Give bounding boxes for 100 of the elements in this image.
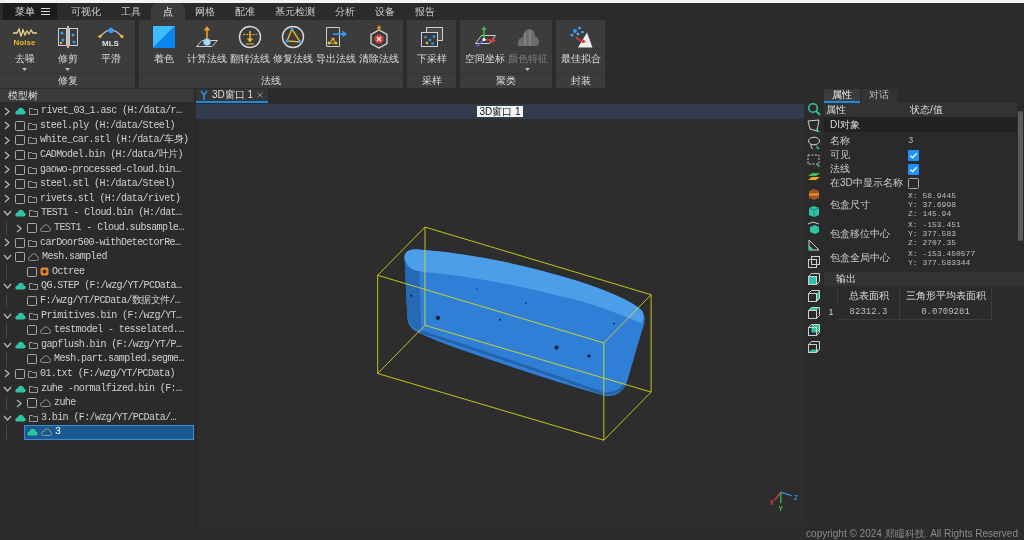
checkbox[interactable] [15,252,25,263]
ribbon-button[interactable]: 着色 [142,24,185,73]
cube-top-icon[interactable] [807,306,821,320]
filled-cloud-icon[interactable] [15,384,26,393]
tree-item-label[interactable]: Octree [52,265,85,278]
chevron-right-icon[interactable] [4,106,10,116]
chevron-down-icon[interactable] [2,283,12,290]
checkbox[interactable] [15,237,25,248]
tree-item-label[interactable]: QG.STEP (F:/wzg/YT/PCData… [41,280,182,293]
chevron-right-icon[interactable] [4,238,10,248]
selection-highlight[interactable]: 3 [24,425,194,440]
chevron-down-icon[interactable] [2,312,12,319]
close-icon[interactable] [257,92,264,98]
chevron-down-icon[interactable] [2,341,12,348]
checkbox[interactable] [15,120,25,131]
chevron-right-icon[interactable] [16,398,22,408]
tree-item-label[interactable]: rivet_03_1.asc (H:/data/r… [41,105,182,118]
menu-tab[interactable]: 可视化 [61,3,111,20]
tree-item-label[interactable]: steel.ply (H:/data/Steel) [40,119,176,132]
checkbox[interactable] [27,223,37,234]
half-cube-icon[interactable] [807,221,821,235]
menu-tab[interactable]: 设备 [365,3,405,20]
checkbox[interactable] [27,354,37,365]
checkbox[interactable] [908,149,919,161]
tree-item-label[interactable]: Primitives.bin (F:/wzg/YT… [41,309,182,322]
ribbon-button[interactable]: 清除法线 [357,24,400,73]
checkbox[interactable] [27,296,37,306]
curved-panel-drawing[interactable] [404,249,645,396]
menu-tab[interactable]: 网格 [185,3,225,20]
filled-cloud-icon[interactable] [15,209,26,218]
menu-tab[interactable]: 报告 [405,3,445,20]
tree-item-label[interactable]: testmodel - tesselated.… [54,324,184,337]
panel-tab[interactable]: 对话 [861,89,897,103]
filled-cloud-icon[interactable] [27,428,38,437]
chevron-down-icon[interactable] [2,385,12,392]
checkbox[interactable] [15,369,25,379]
lasso-icon[interactable] [807,136,821,150]
ribbon-button[interactable]: 修剪 [46,24,89,73]
caret-icon[interactable] [65,68,70,71]
checkbox[interactable] [15,150,25,161]
chevron-right-icon[interactable] [4,121,10,131]
view-tab[interactable]: 3D窗口 1 [196,89,269,103]
menu-tab[interactable]: 工具 [111,3,151,20]
filled-cloud-icon[interactable] [15,340,26,349]
filled-cloud-icon[interactable] [15,311,26,320]
menu-tab[interactable]: 点 [151,3,185,20]
checkbox[interactable] [15,193,25,204]
layered-box-icon[interactable] [807,187,821,201]
menu-tab[interactable]: 分析 [325,3,365,20]
chevron-right-icon[interactable] [4,179,10,189]
tree-item-label[interactable]: white_car.stl (H:/data/车身) [40,134,189,147]
filled-cloud-icon[interactable] [15,282,26,291]
tree-item-label[interactable]: zuhe -normalfized.bin (F:… [41,382,182,395]
ribbon-button[interactable]: 最佳拟合 [559,24,602,73]
cube-back-icon[interactable] [807,323,821,337]
chevron-right-icon[interactable] [4,369,10,379]
cube-icon[interactable] [807,204,821,218]
ribbon-button[interactable]: 修复法线 [271,24,314,73]
ribbon-button[interactable]: Noise 去噪 [3,24,46,73]
menu-tab[interactable]: 基元检测 [265,3,325,20]
checkbox[interactable] [27,266,37,277]
ribbon-button[interactable]: 导出法线 [314,24,357,73]
chevron-right-icon[interactable] [4,136,10,145]
tree-item-label[interactable]: gapflush.bin (F:/wzg/YT/P… [41,338,182,351]
prism-icon[interactable] [807,238,821,252]
wireframe-cube-icon[interactable] [807,255,821,269]
tree-item-label[interactable]: 3 [55,426,61,439]
scrollbar-thumb[interactable] [1018,111,1023,241]
tree-item-label[interactable]: carDoor500-withDetectorRe… [40,236,181,249]
polygon-outline-icon[interactable] [807,119,821,133]
chevron-down-icon[interactable] [2,414,12,421]
tree-item-label[interactable]: gaowo-processed-cloud.bin… [40,163,181,176]
menu-icon[interactable] [41,8,50,15]
ribbon-button[interactable]: 计算法线 [185,24,228,73]
chevron-right-icon[interactable] [4,194,10,204]
tree-item-label[interactable]: TEST1 - Cloud.subsample… [54,222,184,235]
cube-bottom-icon[interactable] [807,340,821,354]
dashed-rectangle-icon[interactable] [807,153,821,167]
tree-item-label[interactable]: F:/wzg/YT/PCData/数据文件/… [40,295,181,307]
magnifier-icon[interactable] [807,102,821,116]
menu-tab[interactable]: 配准 [225,3,265,20]
ribbon-button[interactable]: MLS 平滑 [89,24,132,73]
tree-item-label[interactable]: CADModel.bin (H:/data/叶片) [40,149,184,162]
checkbox[interactable] [15,135,25,146]
panel-tab[interactable]: 属性 [824,89,860,103]
cube-side-icon[interactable] [807,289,821,303]
checkbox[interactable] [15,164,25,175]
chevron-down-icon[interactable] [2,210,12,217]
tree-item-label[interactable]: zuhe [54,397,76,410]
checkbox[interactable] [27,325,37,336]
chevron-right-icon[interactable] [4,150,10,160]
checkbox[interactable] [27,398,37,409]
ribbon-button[interactable]: 翻转法线 [228,24,271,73]
filled-cloud-icon[interactable] [15,413,26,422]
tree-item-label[interactable]: TEST1 - Cloud.bin (H:/dat… [41,207,182,220]
chevron-right-icon[interactable] [4,165,10,175]
checkbox[interactable] [908,163,919,175]
chevron-down-icon[interactable] [2,254,12,261]
checkbox[interactable] [15,179,25,190]
cube-face-icon[interactable] [807,272,821,286]
